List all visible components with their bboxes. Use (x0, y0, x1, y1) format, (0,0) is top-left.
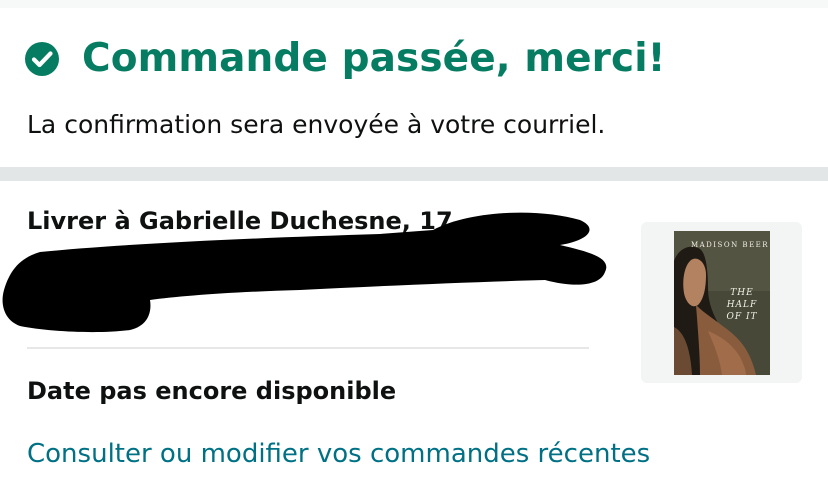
book-title-text: THE HALF OF IT (726, 288, 758, 322)
check-circle-icon (24, 41, 60, 77)
address-divider (27, 347, 589, 349)
order-confirmation-page: Commande passée, merci! La confirmation … (0, 0, 828, 500)
book-cover-image: MADISON BEER THE HALF OF IT (674, 231, 770, 375)
view-orders-link[interactable]: Consulter ou modifier vos commandes réce… (27, 439, 650, 469)
top-edge (0, 0, 828, 8)
confirmation-subtitle: La confirmation sera envoyée à votre cou… (27, 110, 606, 139)
book-author-text: MADISON BEER (690, 241, 770, 249)
delivery-date: Date pas encore disponible (27, 377, 397, 405)
confirmation-header: Commande passée, merci! (24, 36, 666, 81)
confirmation-title: Commande passée, merci! (82, 36, 666, 81)
redaction-mark (2, 212, 607, 333)
product-thumbnail[interactable]: MADISON BEER THE HALF OF IT (641, 222, 802, 383)
section-divider (0, 167, 828, 181)
